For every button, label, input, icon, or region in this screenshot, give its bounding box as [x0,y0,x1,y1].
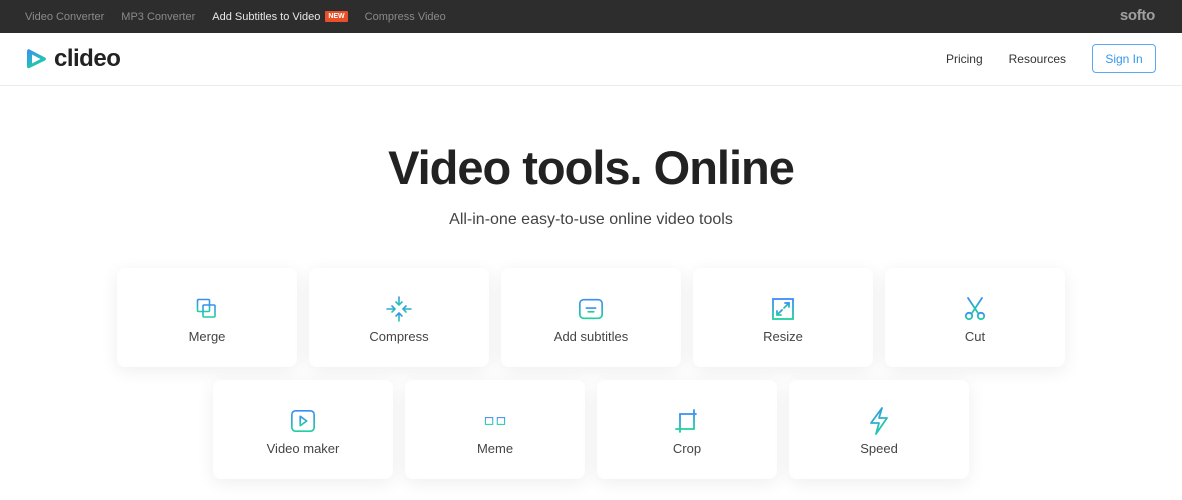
topbar-link-video-converter[interactable]: Video Converter [25,11,104,23]
tool-card-meme[interactable]: Meme [405,380,585,479]
tool-card-crop[interactable]: Crop [597,380,777,479]
tool-card-cut[interactable]: Cut [885,268,1065,367]
glasses-icon [482,408,508,434]
header-nav: Pricing Resources Sign In [946,44,1156,73]
site-header: clideo Pricing Resources Sign In [0,33,1182,86]
merge-icon [194,296,220,322]
softo-topbar: Video Converter MP3 Converter Add Subtit… [0,0,1182,33]
nav-resources[interactable]: Resources [1009,52,1066,66]
link-label: Compress Video [364,10,446,23]
nav-pricing[interactable]: Pricing [946,52,983,66]
tool-label: Speed [860,441,898,456]
tool-card-add-subtitles[interactable]: Add subtitles [501,268,681,367]
page-subtitle: All-in-one easy-to-use online video tool… [449,211,733,228]
page-title: Video tools. Online [388,141,795,194]
crop-icon [674,408,700,434]
tool-card-merge[interactable]: Merge [117,268,297,367]
resize-icon [770,296,796,322]
tool-label: Cut [964,329,986,344]
clideo-logo[interactable]: clideo [26,45,121,73]
clideo-play-icon [27,49,46,69]
tool-label: Video maker [266,441,340,456]
softo-logo[interactable]: softo [1120,7,1155,24]
tool-label: Merge [188,329,226,344]
subtitles-icon [578,296,604,322]
topbar-links: Video Converter MP3 Converter Add Subtit… [0,11,463,23]
sign-in-button[interactable]: Sign In [1092,44,1156,73]
topbar-link-compress-video[interactable]: Compress Video [365,11,446,23]
play-icon [290,408,316,434]
compress-icon [386,296,412,322]
tool-label: Meme [476,441,514,456]
tool-label: Compress [369,329,429,344]
topbar-link-add-subtitles[interactable]: Add Subtitles to Video NEW [212,10,348,23]
tool-card-video-maker[interactable]: Video maker [213,380,393,479]
tool-label: Crop [672,441,702,456]
tool-card-resize[interactable]: Resize [693,268,873,367]
scissors-icon [962,296,988,322]
tool-card-compress[interactable]: Compress [309,268,489,367]
link-label: MP3 Converter [121,10,196,23]
lightning-icon [866,407,892,435]
tool-label: Resize [763,329,803,344]
tool-card-speed[interactable]: Speed [789,380,969,479]
link-label: Add Subtitles to Video [212,10,321,23]
logo-text: clideo [54,45,121,72]
link-label: Video Converter [25,10,105,23]
topbar-link-mp3-converter[interactable]: MP3 Converter [121,11,195,23]
tool-label: Add subtitles [553,329,629,344]
new-badge: NEW [325,11,348,22]
